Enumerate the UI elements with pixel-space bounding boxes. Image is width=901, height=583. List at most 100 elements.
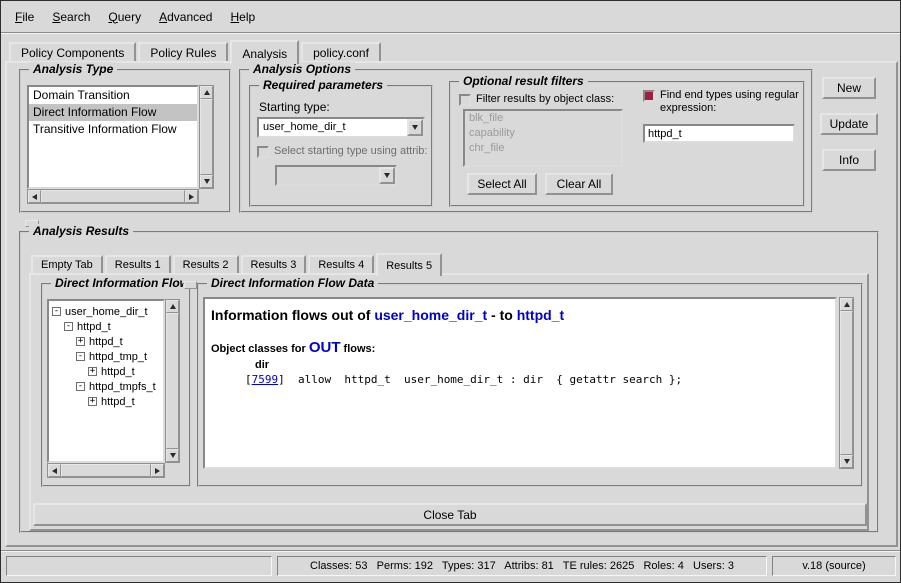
checkbox-icon[interactable]: [257, 146, 269, 158]
statusbar-separator: [1, 550, 900, 552]
scroll-left-icon[interactable]: [28, 190, 41, 203]
analysis-results-title: Analysis Results: [29, 224, 133, 238]
scroll-track[interactable]: [61, 464, 151, 477]
heading-source-type: user_home_dir_t: [374, 307, 487, 323]
select-all-button[interactable]: Select All: [467, 173, 537, 195]
tree-item[interactable]: + httpd_t: [76, 334, 162, 349]
starting-type-combobox[interactable]: user_home_dir_t: [257, 117, 425, 138]
scroll-left-icon[interactable]: [48, 464, 61, 477]
flow-data-textarea[interactable]: Information flows out of user_home_dir_t…: [203, 297, 837, 469]
tree-item[interactable]: - httpd_tmp_t: [76, 349, 162, 364]
analysis-type-listbox[interactable]: Domain Transition Direct Information Flo…: [27, 85, 199, 189]
tree-item[interactable]: - httpd_t: [64, 319, 162, 334]
update-button[interactable]: Update: [820, 113, 878, 135]
scroll-down-icon[interactable]: [840, 455, 853, 468]
regex-checkbox-label: Find end types using regular expression:: [660, 89, 799, 115]
tree-collapse-icon[interactable]: -: [64, 322, 73, 331]
statusbar-stats: Classes: 53 Perms: 192 Types: 317 Attrib…: [277, 556, 767, 576]
scroll-track[interactable]: [166, 313, 179, 449]
regex-label-line1: Find end types using regular: [660, 89, 799, 102]
attrib-combobox: [275, 165, 397, 186]
regex-checkbox[interactable]: Find end types using regular expression:: [643, 89, 801, 115]
flow-tree-title: Direct Information Flow T: [51, 276, 183, 290]
scroll-up-icon[interactable]: [200, 86, 213, 99]
scroll-down-icon[interactable]: [166, 449, 179, 462]
required-parameters-title: Required parameters: [259, 78, 387, 92]
analysis-type-vscrollbar[interactable]: [199, 85, 214, 189]
tree-item[interactable]: - httpd_tmpfs_t: [76, 379, 162, 394]
tree-item[interactable]: + httpd_t: [88, 364, 162, 379]
checkbox-icon[interactable]: [459, 94, 471, 106]
analysis-options-title: Analysis Options: [249, 62, 355, 76]
tab-results-1[interactable]: Results 1: [105, 255, 171, 273]
tree-collapse-icon[interactable]: -: [52, 307, 61, 316]
new-button[interactable]: New: [822, 77, 876, 99]
rule-bracket: [: [245, 373, 252, 386]
filter-by-class-label: Filter results by object class:: [476, 93, 614, 106]
tab-results-2[interactable]: Results 2: [173, 255, 239, 273]
scroll-right-icon[interactable]: [151, 464, 164, 477]
chevron-down-icon[interactable]: [407, 119, 423, 136]
heading-target-type: httpd_t: [517, 307, 564, 323]
tab-policy-components[interactable]: Policy Components: [9, 42, 136, 61]
tree-collapse-icon[interactable]: -: [76, 382, 85, 391]
tree-expand-icon[interactable]: +: [76, 337, 85, 346]
scroll-thumb[interactable]: [200, 99, 213, 175]
scroll-up-icon[interactable]: [166, 300, 179, 313]
list-item-transitive-information-flow[interactable]: Transitive Information Flow: [29, 121, 197, 138]
scroll-up-icon[interactable]: [840, 298, 853, 311]
analysis-type-hscrollbar[interactable]: [27, 189, 199, 204]
classes-suffix: flows:: [341, 343, 376, 355]
tab-results-5[interactable]: Results 5: [376, 253, 442, 276]
filter-by-class-checkbox[interactable]: Filter results by object class:: [459, 93, 614, 106]
scroll-thumb[interactable]: [41, 190, 185, 203]
menu-advanced[interactable]: Advanced: [150, 6, 221, 28]
menu-separator: [1, 32, 900, 34]
rule-id-link[interactable]: 7599: [252, 373, 279, 386]
tree-item-label: httpd_t: [101, 396, 135, 408]
scroll-thumb[interactable]: [166, 313, 179, 449]
info-button[interactable]: Info: [822, 149, 876, 171]
tree-item[interactable]: - user_home_dir_t: [52, 304, 162, 319]
tab-policy-conf[interactable]: policy.conf: [301, 42, 381, 61]
optional-result-filters-title: Optional result filters: [459, 74, 588, 88]
flow-data-title: Direct Information Flow Data: [207, 276, 378, 290]
clear-all-button[interactable]: Clear All: [545, 173, 613, 195]
scroll-right-icon[interactable]: [185, 190, 198, 203]
tree-item[interactable]: + httpd_t: [88, 394, 162, 409]
checkbox-checked-icon[interactable]: [643, 90, 655, 102]
menu-file[interactable]: File: [6, 6, 43, 28]
tab-results-4[interactable]: Results 4: [308, 255, 374, 273]
tab-analysis[interactable]: Analysis: [230, 40, 299, 64]
menu-query[interactable]: Query: [99, 6, 150, 28]
attrib-checkbox[interactable]: Select starting type using attrib:: [257, 145, 427, 158]
scroll-down-icon[interactable]: [200, 175, 213, 188]
scroll-track[interactable]: [840, 311, 853, 455]
tab-empty-tab[interactable]: Empty Tab: [31, 255, 103, 273]
menu-search[interactable]: Search: [43, 6, 99, 28]
flow-tree[interactable]: - user_home_dir_t - httpd_t + httpd_t - …: [47, 299, 165, 463]
tab-policy-rules[interactable]: Policy Rules: [138, 42, 228, 61]
tree-collapse-icon[interactable]: -: [76, 352, 85, 361]
chevron-down-icon: [379, 167, 395, 184]
results-tab-bar: Empty Tab Results 1 Results 2 Results 3 …: [31, 253, 444, 273]
regex-input[interactable]: [643, 124, 795, 143]
starting-type-value: user_home_dir_t: [259, 119, 407, 136]
flow-tree-hscrollbar[interactable]: [47, 463, 165, 478]
list-item-direct-information-flow[interactable]: Direct Information Flow: [29, 104, 197, 121]
app-window: File Search Query Advanced Help Policy C…: [0, 0, 901, 583]
scroll-track[interactable]: [41, 190, 185, 203]
list-item-domain-transition[interactable]: Domain Transition: [29, 87, 197, 104]
results-sash-handle[interactable]: [184, 281, 197, 289]
scroll-thumb[interactable]: [61, 464, 151, 477]
scroll-thumb[interactable]: [840, 311, 853, 455]
tree-expand-icon[interactable]: +: [88, 367, 97, 376]
close-tab-button[interactable]: Close Tab: [33, 503, 867, 526]
regex-label-line2: expression:: [660, 102, 799, 115]
tab-results-3[interactable]: Results 3: [241, 255, 307, 273]
scroll-track[interactable]: [200, 99, 213, 175]
tree-expand-icon[interactable]: +: [88, 397, 97, 406]
flow-data-vscrollbar[interactable]: [839, 297, 854, 469]
menu-help[interactable]: Help: [221, 6, 264, 28]
flow-tree-vscrollbar[interactable]: [165, 299, 180, 463]
